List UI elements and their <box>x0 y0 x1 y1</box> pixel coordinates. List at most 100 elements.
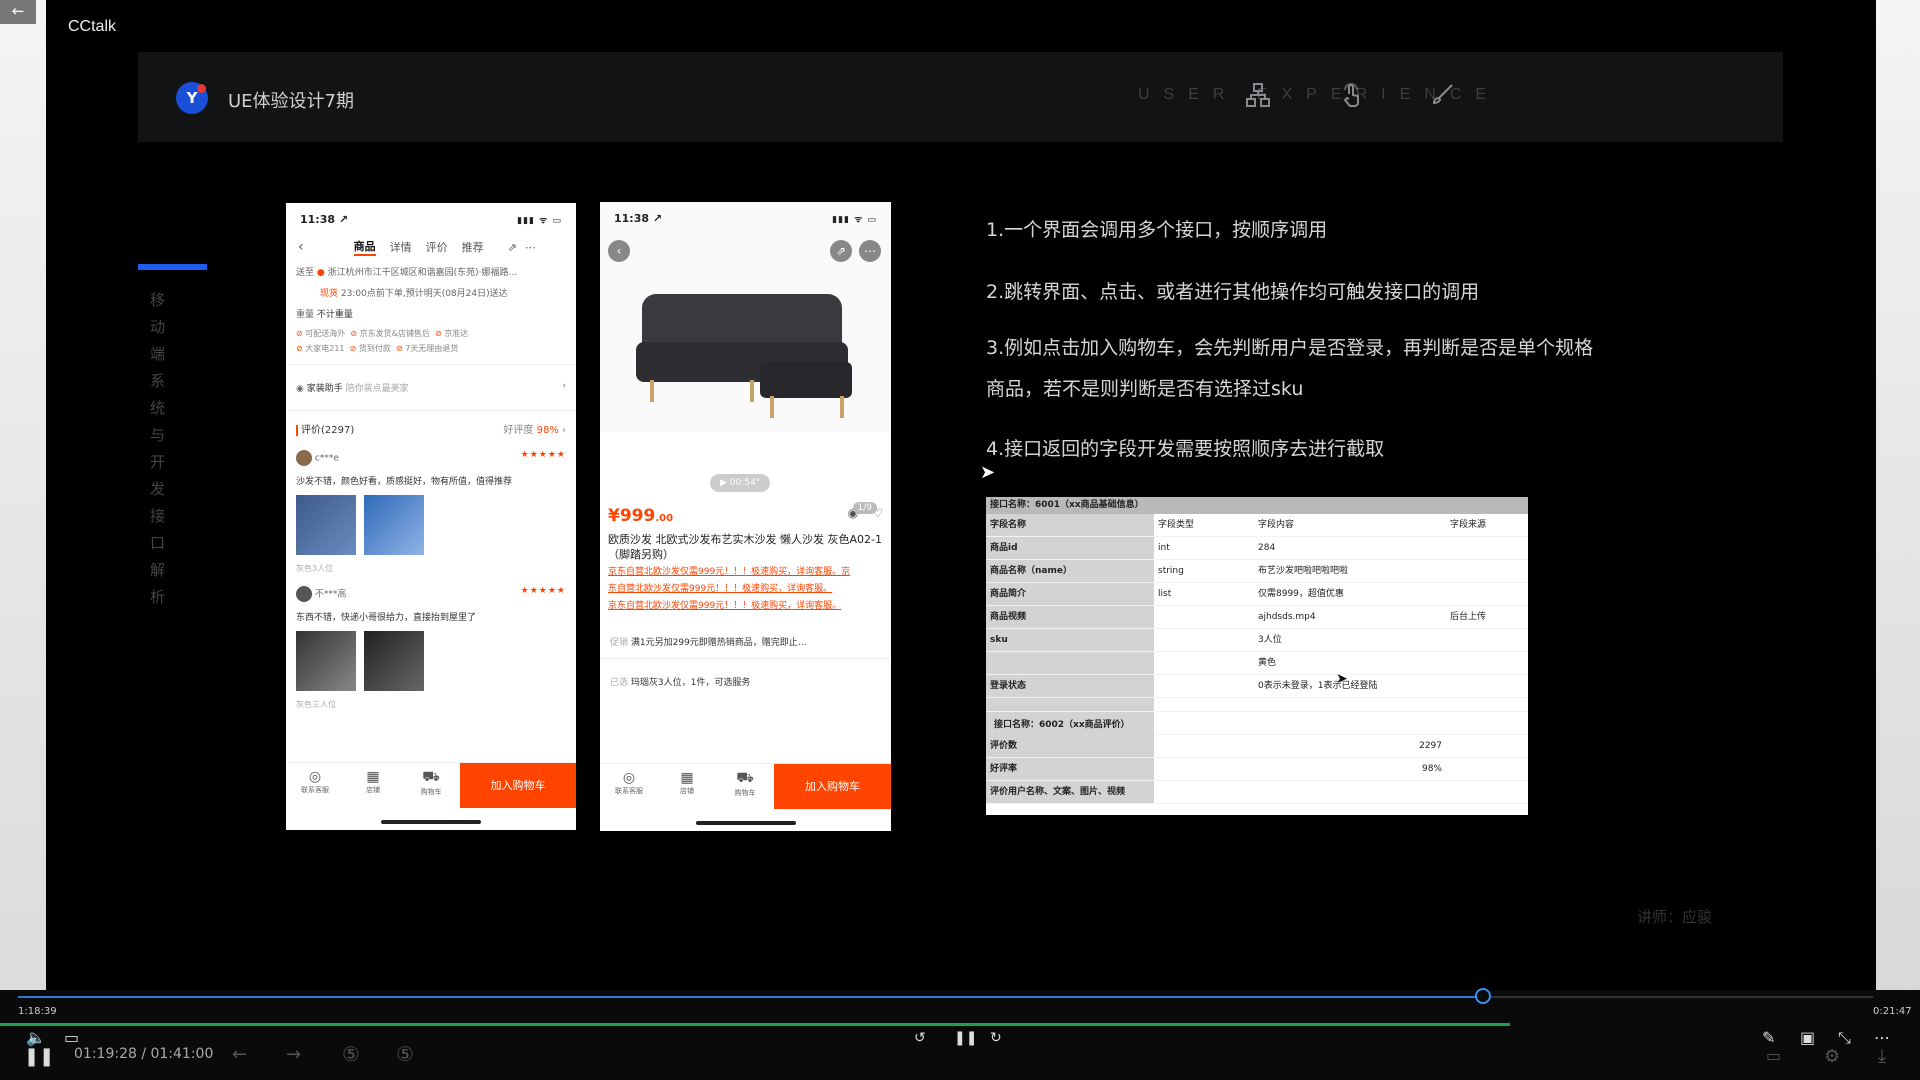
home-indicator <box>695 821 796 825</box>
tab-recommend[interactable]: 推荐 <box>462 239 484 255</box>
center-pause-icon[interactable]: ❚❚ <box>954 1030 977 1046</box>
volume-icon[interactable]: 🔈 <box>26 1028 46 1047</box>
cart-button[interactable]: ⛟ 购物车 <box>716 764 774 809</box>
review-spec: 灰色3人位 <box>296 564 334 573</box>
collapse-icon[interactable]: ⤡ <box>1838 1028 1851 1048</box>
table-row: sku 3人位 <box>986 629 1528 652</box>
left-frame <box>0 0 46 1080</box>
promo-line[interactable]: 京东自营北欧沙发仅需999元！！！极速购买，详询客服。京 <box>600 564 891 581</box>
store-icon: ▦ <box>680 770 694 786</box>
bottom-action-bar: ◎ 联系客服 ▦ 店铺 ⛟ 购物车 加入购物车 <box>600 763 891 809</box>
screen-icon[interactable]: ▭ <box>1766 1046 1781 1065</box>
prev-arrow-icon[interactable]: ← <box>232 1044 247 1065</box>
field-source <box>1446 675 1528 697</box>
promotion-row[interactable]: 促销 满1元另加299元即赠热销商品，赠完即止… <box>600 631 891 652</box>
review-item[interactable]: 不***高 ★★★★★ <box>286 582 576 606</box>
cart-icon: ⛟ <box>422 769 440 785</box>
avatar <box>296 450 312 466</box>
review-photo[interactable] <box>296 631 356 691</box>
field-name: sku <box>986 629 1154 651</box>
review-text: 沙发不错，颜色好看，质感挺好，物有所值，值得推荐 <box>296 477 513 487</box>
price: ¥999.00 ♡ ◉ <box>600 502 891 530</box>
column-header: 字段名称 <box>986 514 1154 536</box>
settings-gear-icon[interactable]: ⚙ <box>1824 1046 1840 1067</box>
next-arrow-icon[interactable]: → <box>286 1044 301 1065</box>
column-header: 字段来源 <box>1450 520 1487 530</box>
more-options-icon[interactable]: ⋯ <box>1874 1028 1890 1047</box>
location-pin-icon: ● <box>316 268 325 278</box>
table-row: 商品视频 ajhdsds.mp4 后台上传 <box>986 606 1528 629</box>
field-content: 仅需8999，超值优惠 <box>1258 589 1344 599</box>
field-content: 284 <box>1258 543 1276 553</box>
back-icon[interactable]: ‹ <box>608 240 630 262</box>
field-source <box>1446 583 1528 605</box>
weight-label: 重量 <box>296 310 315 320</box>
promo-line[interactable]: 东自营北欧沙发仅需999元！！！极速购买，详询客服。 <box>600 581 891 598</box>
promo-line[interactable]: 京东自营北欧沙发仅需999元！！！极速购买，详询客服。 <box>600 598 891 615</box>
mouse-pointer-icon: ➤ <box>980 462 996 483</box>
status-time: 11:38 ↗ <box>300 213 349 226</box>
field-source <box>1446 629 1528 651</box>
service-tag: 可配送海外 <box>305 329 346 338</box>
forward-5-icon[interactable]: ⑤ <box>396 1042 414 1066</box>
time-display: 01:19:28 / 01:41:00 <box>74 1046 214 1062</box>
share-icon[interactable]: ⇗ <box>830 240 852 262</box>
field-type: string <box>1158 566 1184 576</box>
video-play-button[interactable]: ▶ 00:54" <box>710 474 770 492</box>
selected-label: 已选 <box>610 678 629 688</box>
rewind-10-icon[interactable]: ↺ <box>914 1030 926 1046</box>
exit-fullscreen-icon[interactable]: ⤓ <box>1878 1046 1886 1067</box>
lecturer-credit: 讲师：应骏 <box>1637 908 1713 926</box>
field-source <box>1446 781 1528 803</box>
reviews-header[interactable]: 评价(2297) 好评度 98% › <box>286 417 576 440</box>
more-icon[interactable]: ⋯ <box>859 240 881 262</box>
customer-service-icon: ◎ <box>308 769 322 785</box>
forward-30-icon[interactable]: ↻ <box>990 1030 1002 1046</box>
field-name: 评价用户名称、文案、图片、视频 <box>986 781 1154 803</box>
tab-reviews[interactable]: 评价 <box>426 239 448 255</box>
cart-button[interactable]: ⛟ 购物车 <box>402 763 460 808</box>
field-type <box>1154 758 1254 780</box>
back-button[interactable]: ← <box>0 0 36 24</box>
bottom-label: 联系客服 <box>301 786 329 794</box>
field-name <box>986 652 1154 674</box>
more-icon[interactable]: ⋯ <box>525 241 536 254</box>
tab-details[interactable]: 详情 <box>390 239 412 255</box>
store-button[interactable]: ▦ 店铺 <box>658 764 716 809</box>
avatar <box>296 586 312 602</box>
review-photo[interactable] <box>296 495 356 555</box>
address-label: 送至 <box>296 268 315 278</box>
chevron-right-icon: › <box>562 381 566 391</box>
customer-service-button[interactable]: ◎ 联系客服 <box>600 764 658 809</box>
field-type <box>1154 629 1254 651</box>
selected-spec-row[interactable]: 已选 玛瑙灰3人位，1件，可选服务 <box>600 665 891 692</box>
back-chevron-icon[interactable]: ‹ <box>298 239 304 255</box>
field-type <box>1154 606 1254 628</box>
review-user: c***e <box>314 453 339 464</box>
review-photo[interactable] <box>364 631 424 691</box>
field-name: 商品名称（name） <box>986 560 1154 582</box>
picture-in-picture-icon[interactable]: ▣ <box>1800 1028 1815 1047</box>
store-button[interactable]: ▦ 店铺 <box>344 763 402 808</box>
review-item[interactable]: c***e ★★★★★ <box>286 446 576 470</box>
service-tag: 大家电211 <box>305 344 345 353</box>
home-helper-row[interactable]: ◉ 家装助手 陪你装点最美家 › <box>286 371 576 404</box>
add-to-cart-button[interactable]: 加入购物车 <box>460 763 576 808</box>
field-content: 布艺沙发吧啦吧啦吧啦 <box>1258 566 1349 576</box>
field-name: 商品简介 <box>986 583 1154 605</box>
rewind-5-icon[interactable]: ⑤ <box>342 1042 360 1066</box>
pen-icon[interactable]: ✎ <box>1762 1028 1775 1047</box>
status-bar: 11:38 ↗ ▮▮▮ ᯤ ▭ <box>600 202 891 232</box>
share-icon[interactable]: ⇗ <box>508 241 517 254</box>
field-source <box>1446 560 1528 582</box>
tab-product[interactable]: 商品 <box>353 238 376 256</box>
customer-service-button[interactable]: ◎ 联系客服 <box>286 763 344 808</box>
comment-icon[interactable]: ▭ <box>64 1028 79 1047</box>
table-row: 黄色 <box>986 652 1528 675</box>
add-to-cart-button[interactable]: 加入购物车 <box>774 764 891 809</box>
address-row[interactable]: 送至 ● 浙江杭州市江干区城区和谐嘉园(东苑)·娜福路… <box>286 261 576 282</box>
pause-icon[interactable]: ❚❚ <box>24 1046 54 1067</box>
helper-title: 家装助手 <box>306 384 343 394</box>
review-photo[interactable] <box>364 495 424 555</box>
product-tabs: ‹ 商品 详情 评价 推荐 ⇗ ⋯ <box>286 233 576 261</box>
